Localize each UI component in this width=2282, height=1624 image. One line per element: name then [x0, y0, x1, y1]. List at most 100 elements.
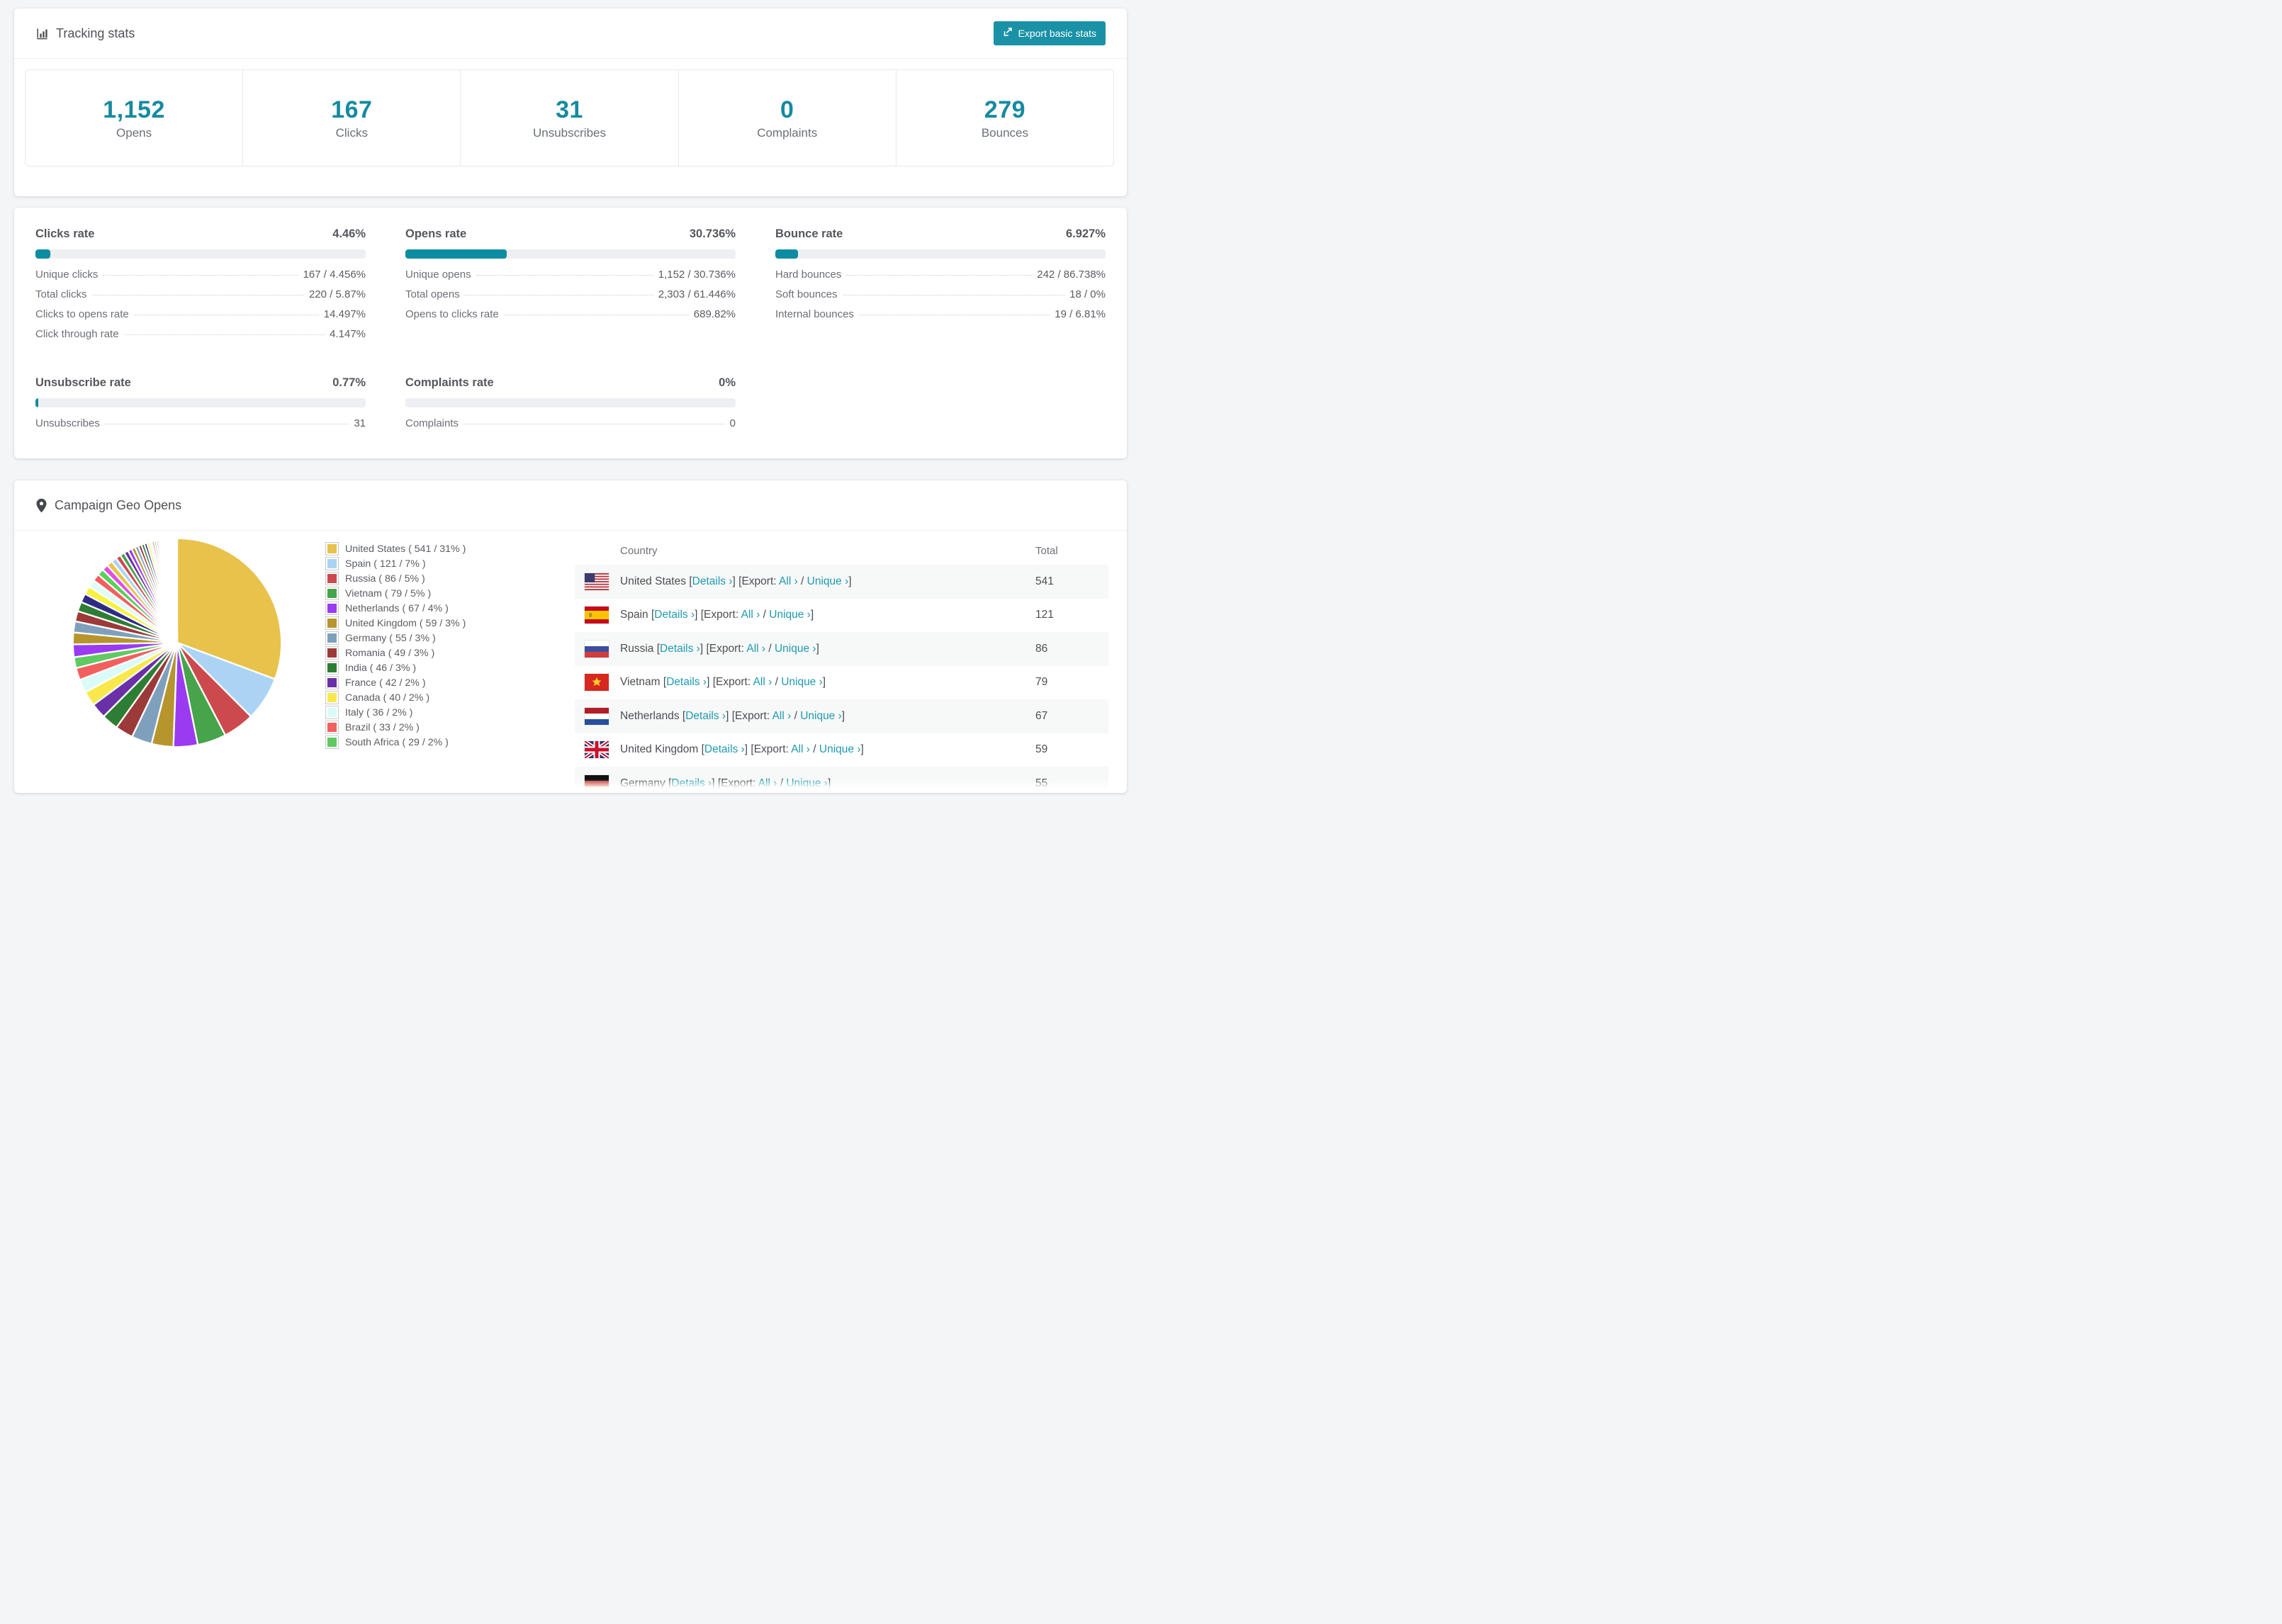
summary-stat-cell: 1,152 Opens [26, 70, 244, 166]
legend-swatch [326, 706, 338, 718]
legend-item[interactable]: United Kingdom ( 59 / 3% ) [326, 616, 466, 631]
table-row: Vietnam [Details ›] [Export: All › / Uni… [575, 666, 1108, 700]
legend-swatch [326, 692, 338, 704]
legend-swatch [326, 587, 338, 599]
export-unique-link[interactable]: Unique › [807, 575, 849, 587]
geo-opens-pie-chart [72, 537, 283, 748]
bracket: ] [827, 777, 831, 789]
summary-stat-cell: 167 Clicks [243, 70, 461, 166]
rate-detail-row: Unique opens 1,152 / 30.736% [405, 269, 736, 288]
rate-detail-label: Hard bounces [775, 269, 842, 281]
de-flag-icon [585, 774, 609, 792]
rate-detail-label: Unique clicks [35, 269, 99, 281]
es-flag-icon [585, 607, 609, 624]
legend-item[interactable]: France ( 42 / 2% ) [326, 675, 466, 690]
export-label: [Export: [700, 609, 741, 621]
rate-section-title: Complaints rate [405, 376, 494, 389]
rate-section-title: Opens rate [405, 227, 467, 240]
export-all-link[interactable]: All › [753, 676, 772, 688]
total-cell: 86 [1035, 642, 1048, 655]
summary-stat-value: 279 [984, 96, 1026, 123]
rate-detail-row: Clicks to opens rate 14.497% [35, 308, 366, 328]
details-link[interactable]: Details › [654, 609, 695, 621]
legend-item[interactable]: Italy ( 36 / 2% ) [326, 705, 466, 720]
rate-detail-value: 0 [729, 417, 736, 429]
bracket: ] [707, 676, 713, 689]
legend-item[interactable]: Russia ( 86 / 5% ) [326, 571, 466, 586]
rate-detail-rows: Complaints 0 [405, 417, 736, 437]
rate-detail-label: Total clicks [35, 288, 87, 300]
export-all-link[interactable]: All › [758, 777, 777, 789]
rate-progress-bar [35, 249, 366, 259]
legend-item[interactable]: Spain ( 121 / 7% ) [326, 556, 466, 571]
details-link[interactable]: Details › [660, 643, 700, 655]
bracket: ] [822, 676, 826, 689]
legend-item[interactable]: Romania ( 49 / 3% ) [326, 645, 466, 660]
rate-detail-row: Unique clicks 167 / 4.456% [35, 269, 366, 288]
legend-item[interactable]: South Africa ( 29 / 2% ) [326, 735, 466, 750]
details-link[interactable]: Details › [704, 743, 745, 755]
geo-body: United States ( 541 / 31% ) Spain ( 121 /… [14, 531, 1127, 793]
export-unique-link[interactable]: Unique › [819, 743, 861, 755]
rate-section-header: Complaints rate 0% [405, 376, 736, 390]
rate-progress-bar [405, 249, 736, 259]
legend-item[interactable]: India ( 46 / 3% ) [326, 660, 466, 675]
slash: / [760, 609, 770, 621]
country-name: Netherlands [620, 709, 682, 722]
total-cell: 59 [1035, 743, 1048, 756]
legend-label: United Kingdom ( 59 / 3% ) [345, 617, 466, 629]
export-unique-link[interactable]: Unique › [786, 777, 828, 789]
export-all-link[interactable]: All › [741, 609, 760, 621]
export-unique-link[interactable]: Unique › [775, 643, 816, 655]
export-label: [Export: [717, 777, 758, 789]
bracket: ] [860, 743, 864, 756]
rate-section: Unsubscribe rate 0.77% Unsubscribes 31 [35, 376, 366, 437]
gb-flag-icon [585, 741, 609, 759]
summary-stat-cell: 0 Complaints [679, 70, 896, 166]
column-header-country: Country [620, 545, 658, 557]
rate-detail-row: Unsubscribes 31 [35, 417, 366, 437]
geo-opens-card: Campaign Geo Opens United States ( 541 /… [14, 480, 1127, 793]
details-link[interactable]: Details › [685, 710, 726, 722]
pie-legend: United States ( 541 / 31% ) Spain ( 121 /… [326, 541, 466, 750]
summary-stat-label: Unsubscribes [533, 125, 606, 140]
country-name: Spain [620, 609, 651, 621]
bracket: ] [848, 575, 852, 587]
nl-flag-icon [585, 707, 609, 725]
legend-item[interactable]: Germany ( 55 / 3% ) [326, 631, 466, 645]
summary-stat-cell: 279 Bounces [896, 70, 1113, 166]
export-all-link[interactable]: All › [791, 743, 810, 755]
export-all-link[interactable]: All › [772, 710, 792, 722]
export-unique-link[interactable]: Unique › [800, 710, 842, 722]
details-link[interactable]: Details › [692, 575, 733, 587]
details-link[interactable]: Details › [671, 777, 712, 789]
legend-item[interactable]: Canada ( 40 / 2% ) [326, 690, 466, 705]
slash: / [809, 743, 819, 756]
export-basic-stats-button[interactable]: Export basic stats [993, 21, 1106, 45]
table-row: United Kingdom [Details ›] [Export: All … [575, 733, 1108, 767]
rate-detail-row: Hard bounces 242 / 86.738% [775, 269, 1106, 288]
legend-label: Spain ( 121 / 7% ) [345, 558, 426, 570]
export-unique-link[interactable]: Unique › [781, 676, 823, 688]
country-cell: Vietnam [Details ›] [Export: All › / Uni… [620, 676, 1035, 689]
legend-swatch [326, 602, 338, 614]
legend-label: Russia ( 86 / 5% ) [345, 573, 425, 585]
legend-item[interactable]: United States ( 541 / 31% ) [326, 541, 466, 556]
legend-label: United States ( 541 / 31% ) [345, 543, 466, 555]
table-row: Russia [Details ›] [Export: All › / Uniq… [575, 632, 1108, 666]
export-all-link[interactable]: All › [779, 575, 798, 587]
dotted-leader [103, 275, 298, 276]
country-name: Vietnam [620, 676, 663, 689]
legend-item[interactable]: Brazil ( 33 / 2% ) [326, 720, 466, 735]
details-link[interactable]: Details › [666, 676, 707, 688]
rate-detail-value: 31 [354, 417, 366, 429]
export-unique-link[interactable]: Unique › [769, 609, 811, 621]
export-button-label: Export basic stats [1018, 28, 1097, 39]
rate-progress-bar [35, 398, 366, 407]
legend-item[interactable]: Vietnam ( 79 / 5% ) [326, 586, 466, 601]
summary-stat-cell: 31 Unsubscribes [461, 70, 679, 166]
export-all-link[interactable]: All › [746, 643, 765, 655]
legend-item[interactable]: Netherlands ( 67 / 4% ) [326, 601, 466, 616]
rate-section: Bounce rate 6.927% Hard bounces 242 / 86.73… [775, 227, 1106, 348]
export-icon [1003, 27, 1013, 40]
